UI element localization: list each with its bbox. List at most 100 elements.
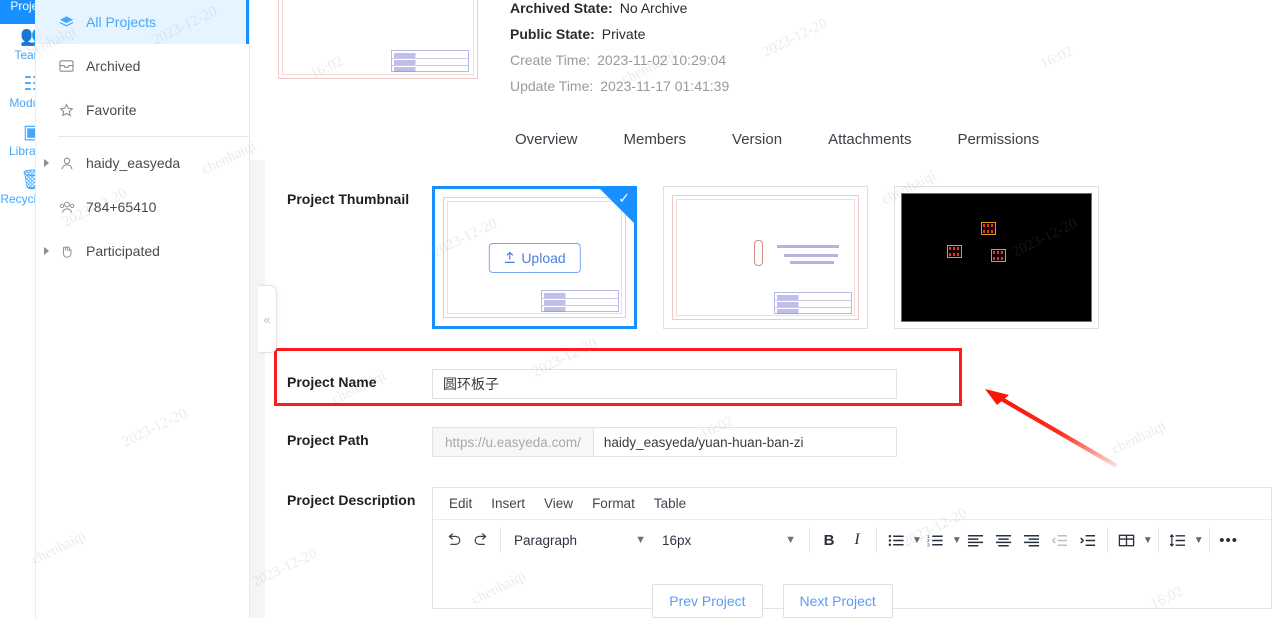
project-path-group: https://u.easyeda.com/ haidy_easyeda/yua…: [432, 427, 897, 457]
project-preview-thumbnail: [270, 0, 486, 80]
overview-card: Project Thumbnail Upload ✓ Project Name …: [265, 160, 1280, 618]
thumbnail-option-1[interactable]: Upload ✓: [432, 186, 637, 329]
bullet-list-chevron-down-icon[interactable]: ▼: [912, 535, 922, 546]
editor-menu-edit[interactable]: Edit: [449, 496, 472, 511]
editor-menu-insert[interactable]: Insert: [491, 496, 525, 511]
project-name-input[interactable]: 圆环板子: [432, 369, 897, 399]
pcb-footprint: [947, 244, 963, 258]
align-right-icon[interactable]: [1018, 526, 1046, 554]
font-size-select[interactable]: 16px ▼: [654, 526, 804, 554]
editor-menubar: Edit Insert View Format Table: [433, 488, 1271, 520]
align-left-icon[interactable]: [962, 526, 990, 554]
rail-item-label: Teams: [14, 48, 35, 62]
project-header: Archived State: No Archive Public State:…: [250, 0, 1280, 160]
numbered-list-icon[interactable]: 123: [922, 526, 950, 554]
rail-item-recycle-bin[interactable]: 🗑 Recycle Bin: [0, 170, 35, 206]
project-path-prefix: https://u.easyeda.com/: [432, 427, 593, 457]
svg-text:3: 3: [927, 542, 930, 548]
star-icon: [58, 102, 75, 118]
numbered-list-chevron-down-icon[interactable]: ▼: [952, 535, 962, 546]
tab-attachments[interactable]: Attachments: [828, 131, 911, 148]
editor-toolbar: Paragraph ▼ 16px ▼ B I ▼ 1 2 3 ▼ ▼ ▼ •••: [433, 520, 1271, 560]
project-nav-buttons: Prev Project Next Project: [265, 584, 1280, 618]
sidebar-item-label: All Projects: [86, 14, 157, 30]
next-project-button[interactable]: Next Project: [782, 584, 893, 618]
content-area: Project Thumbnail Upload ✓ Project Name …: [250, 160, 1280, 618]
sidebar-item-label: Favorite: [86, 102, 137, 118]
user-icon: [58, 156, 75, 171]
main-panel: Archived State: No Archive Public State:…: [250, 0, 1280, 618]
double-chevron-left-icon: «: [263, 311, 271, 327]
rail-item-libraries[interactable]: ▣ Libraries: [0, 122, 36, 158]
thumbnail-option-3[interactable]: [894, 186, 1099, 329]
sidebar-collapse-button[interactable]: «: [258, 285, 277, 353]
pcb-footprint: [990, 248, 1006, 262]
sidebar-divider: [58, 136, 249, 137]
meta-value: 2023-11-17 01:41:39: [600, 78, 730, 94]
more-options-button[interactable]: •••: [1215, 526, 1243, 554]
schematic-title-block: [774, 292, 852, 314]
italic-button[interactable]: I: [843, 526, 871, 554]
indent-icon[interactable]: [1074, 526, 1102, 554]
upload-arrow-icon: [503, 251, 515, 264]
sidebar-item-haidy-easyeda[interactable]: haidy_easyeda: [36, 141, 249, 185]
toolbar-divider: [876, 527, 877, 553]
block-format-select[interactable]: Paragraph ▼: [506, 526, 654, 554]
team-icon: 👥: [0, 26, 35, 48]
sidebar-item-archived[interactable]: Archived: [36, 44, 249, 88]
upload-button[interactable]: Upload: [488, 242, 581, 273]
rail-item-label: Modules: [9, 96, 35, 110]
meta-row: Archived State: No Archive: [510, 0, 729, 26]
bold-button[interactable]: B: [815, 526, 843, 554]
project-path-label: Project Path: [287, 432, 369, 448]
project-path-input[interactable]: haidy_easyeda/yuan-huan-ban-zi: [592, 427, 897, 457]
hand-icon: [58, 244, 75, 259]
pcb-layout-graphic: [901, 193, 1092, 322]
meta-key: Update Time:: [510, 78, 594, 94]
chip-icon: ▣: [0, 122, 35, 144]
rail-item-modules[interactable]: ☷ Modules: [0, 74, 35, 110]
meta-value: 2023-11-02 10:29:04: [597, 52, 727, 68]
table-icon[interactable]: [1113, 526, 1141, 554]
tab-permissions[interactable]: Permissions: [957, 131, 1039, 148]
meta-key: Archived State:: [510, 0, 613, 16]
rail-item-teams[interactable]: 👥 Teams: [0, 26, 35, 62]
prev-project-button[interactable]: Prev Project: [652, 584, 763, 618]
font-size-value: 16px: [662, 532, 692, 548]
layers-icon: [58, 15, 75, 30]
redo-icon[interactable]: [467, 526, 495, 554]
project-name-row: Project Name 圆环板子: [265, 348, 1280, 406]
modules-icon: ☷: [0, 74, 35, 96]
rail-item-projects[interactable]: Projects: [0, 0, 35, 24]
project-detail-page: Projects 👥 Teams ☷ Modules ▣ Libraries 🗑…: [0, 0, 1280, 618]
tab-version[interactable]: Version: [732, 131, 782, 148]
project-name-label: Project Name: [287, 374, 377, 390]
tab-members[interactable]: Members: [624, 131, 687, 148]
chevron-down-icon: ▼: [635, 534, 646, 546]
sidebar-item-participated[interactable]: Participated: [36, 229, 249, 273]
sidebar-item-favorite[interactable]: Favorite: [36, 88, 249, 132]
chevron-right-icon[interactable]: [44, 159, 49, 167]
rail-item-label: Libraries: [8, 144, 36, 158]
schematic-sheet-graphic: [672, 195, 859, 320]
thumbnail-list: Upload ✓: [432, 186, 1099, 329]
sidebar-item-team-784-65410[interactable]: 784+65410: [36, 185, 249, 229]
bullet-list-icon[interactable]: [882, 526, 910, 554]
tab-overview[interactable]: Overview: [515, 131, 578, 148]
outdent-icon[interactable]: [1046, 526, 1074, 554]
align-center-icon[interactable]: [990, 526, 1018, 554]
thumbnail-row: Project Thumbnail Upload ✓: [265, 186, 1280, 329]
chevron-right-icon[interactable]: [44, 247, 49, 255]
meta-value: No Archive: [619, 0, 688, 16]
thumbnail-option-2[interactable]: [663, 186, 868, 329]
line-height-chevron-down-icon[interactable]: ▼: [1194, 535, 1204, 546]
sidebar-item-all-projects[interactable]: All Projects: [36, 0, 249, 44]
check-icon: ✓: [618, 190, 630, 206]
table-chevron-down-icon[interactable]: ▼: [1143, 535, 1153, 546]
undo-icon[interactable]: [439, 526, 467, 554]
editor-menu-view[interactable]: View: [544, 496, 573, 511]
block-format-value: Paragraph: [514, 532, 578, 548]
editor-menu-table[interactable]: Table: [654, 496, 686, 511]
line-height-icon[interactable]: [1164, 526, 1192, 554]
editor-menu-format[interactable]: Format: [592, 496, 635, 511]
